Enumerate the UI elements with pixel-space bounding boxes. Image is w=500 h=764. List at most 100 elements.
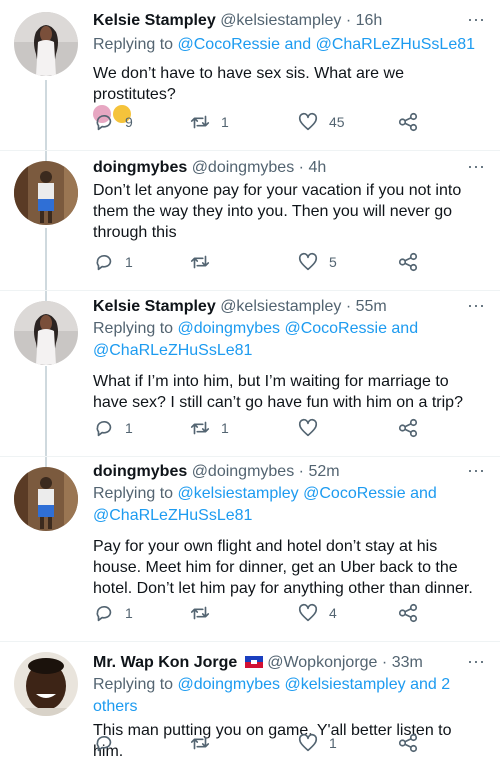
reply-button[interactable]: 1 xyxy=(93,251,133,273)
replying-to-users[interactable]: @doingmybes @CocoRessie and xyxy=(178,320,419,337)
tweet[interactable]: Kelsie Stampley @kelsiestampley · 16h Re… xyxy=(0,0,500,150)
display-name[interactable]: Kelsie Stampley xyxy=(93,12,216,29)
timestamp[interactable]: 4h xyxy=(308,159,326,176)
reply-count: 1 xyxy=(125,254,133,270)
tweet[interactable]: Mr. Wap Kon Jorge @Wopkonjorge · 33m Rep… xyxy=(0,642,500,764)
share-icon xyxy=(398,252,418,272)
replying-to-users[interactable]: @CocoRessie and @ChaRLeZHuSsLe81 xyxy=(178,36,476,53)
reply-icon xyxy=(96,735,112,752)
tweet-header: doingmybes @doingmybes · 4h xyxy=(93,157,486,179)
user-handle[interactable]: @kelsiestampley xyxy=(220,12,341,29)
tweet-header: Kelsie Stampley @kelsiestampley · 16h xyxy=(93,10,486,32)
replying-to: Replying to @doingmybes @kelsiestampley … xyxy=(93,674,486,718)
retweet-count: 1 xyxy=(221,114,229,130)
retweet-icon xyxy=(190,255,210,269)
separator-dot: · xyxy=(298,463,304,480)
tweet-text: What if I’m into him, but I’m waiting fo… xyxy=(93,373,463,411)
retweet-icon xyxy=(190,606,210,620)
like-icon xyxy=(298,733,318,752)
more-icon[interactable]: ··· xyxy=(466,10,486,28)
display-name[interactable]: Kelsie Stampley xyxy=(93,298,216,315)
tweet-header: Kelsie Stampley @kelsiestampley · 55m xyxy=(93,296,486,318)
more-icon[interactable]: ··· xyxy=(466,461,486,479)
retweet-icon xyxy=(190,736,210,750)
like-count: 5 xyxy=(329,254,337,270)
reply-button[interactable]: 1 xyxy=(93,417,133,439)
share-button[interactable] xyxy=(397,111,419,133)
like-count: 4 xyxy=(329,605,337,621)
replying-to-users-more[interactable]: @ChaRLeZHuSsLe81 xyxy=(93,342,252,359)
avatar[interactable] xyxy=(14,161,78,225)
user-handle[interactable]: @Wopkonjorge xyxy=(267,654,377,671)
separator-dot: · xyxy=(345,298,352,315)
tweet-actions: 1 xyxy=(93,732,423,754)
tweet[interactable]: doingmybes @doingmybes · 52m Replying to… xyxy=(0,457,500,641)
avatar[interactable] xyxy=(14,301,78,365)
reply-icon xyxy=(96,605,112,622)
tweet-body: We don’t have to have sex sis. What are … xyxy=(93,65,404,103)
replying-to: Replying to @kelsiestampley @CocoRessie … xyxy=(93,483,486,527)
replying-to-label: Replying to xyxy=(93,676,178,693)
timestamp[interactable]: 52m xyxy=(308,463,339,480)
retweet-button[interactable] xyxy=(189,732,221,754)
more-icon[interactable]: ··· xyxy=(466,652,486,670)
tweet[interactable]: doingmybes @doingmybes · 4h Don’t let an… xyxy=(0,151,500,290)
reply-icon xyxy=(96,420,112,437)
timestamp[interactable]: 33m xyxy=(392,654,423,671)
tweet-actions: 1 4 xyxy=(93,602,423,624)
retweet-button[interactable]: 1 xyxy=(189,111,229,133)
retweet-icon xyxy=(190,115,210,129)
avatar[interactable] xyxy=(14,467,78,531)
share-icon xyxy=(398,418,418,438)
separator-dot: · xyxy=(298,159,304,176)
retweet-count: 1 xyxy=(221,420,229,436)
tweet-actions: 1 1 xyxy=(93,417,423,439)
user-handle[interactable]: @doingmybes xyxy=(192,159,295,176)
replying-to: Replying to @CocoRessie and @ChaRLeZHuSs… xyxy=(93,34,486,56)
like-button[interactable]: 45 xyxy=(297,111,345,133)
timestamp[interactable]: 16h xyxy=(356,12,383,29)
tweet-actions: 9 1 45 xyxy=(93,111,423,133)
reply-count: 9 xyxy=(125,114,133,130)
retweet-button[interactable]: 1 xyxy=(189,417,229,439)
tweet-actions: 1 5 xyxy=(93,251,423,273)
share-button[interactable] xyxy=(397,602,419,624)
display-name[interactable]: doingmybes xyxy=(93,463,187,480)
display-name[interactable]: doingmybes xyxy=(93,159,187,176)
like-button[interactable] xyxy=(297,417,329,439)
haiti-flag-emoji xyxy=(244,656,263,668)
replying-to-users-more[interactable]: @ChaRLeZHuSsLe81 xyxy=(93,507,252,524)
display-name[interactable]: Mr. Wap Kon Jorge xyxy=(93,654,237,671)
more-icon[interactable]: ··· xyxy=(466,296,486,314)
like-count: 1 xyxy=(329,735,337,751)
share-button[interactable] xyxy=(397,251,419,273)
tweet-header: Mr. Wap Kon Jorge @Wopkonjorge · 33m xyxy=(93,652,486,674)
retweet-button[interactable] xyxy=(189,251,221,273)
replying-to-label: Replying to xyxy=(93,485,178,502)
share-button[interactable] xyxy=(397,732,419,754)
tweet[interactable]: Kelsie Stampley @kelsiestampley · 55m Re… xyxy=(0,291,500,456)
reply-count: 1 xyxy=(125,605,133,621)
like-button[interactable]: 4 xyxy=(297,602,337,624)
user-handle[interactable]: @kelsiestampley xyxy=(220,298,341,315)
like-button[interactable]: 1 xyxy=(297,732,337,754)
reply-button[interactable]: 9 xyxy=(93,111,133,133)
more-icon[interactable]: ··· xyxy=(466,157,486,175)
replying-to-users[interactable]: @kelsiestampley @CocoRessie and xyxy=(178,485,437,502)
reply-button[interactable]: 1 xyxy=(93,602,133,624)
reply-icon xyxy=(96,254,112,271)
tweet-text: Pay for your own flight and hotel don’t … xyxy=(93,538,473,597)
timestamp[interactable]: 55m xyxy=(356,298,387,315)
like-icon xyxy=(298,252,318,271)
like-icon xyxy=(298,418,318,437)
avatar[interactable] xyxy=(14,652,78,716)
avatar[interactable] xyxy=(14,12,78,76)
like-icon xyxy=(298,603,318,622)
reply-button[interactable] xyxy=(93,732,125,754)
retweet-button[interactable] xyxy=(189,602,221,624)
separator-dot: · xyxy=(345,12,352,29)
user-handle[interactable]: @doingmybes xyxy=(192,463,295,480)
share-icon xyxy=(398,733,418,753)
share-button[interactable] xyxy=(397,417,419,439)
like-button[interactable]: 5 xyxy=(297,251,337,273)
